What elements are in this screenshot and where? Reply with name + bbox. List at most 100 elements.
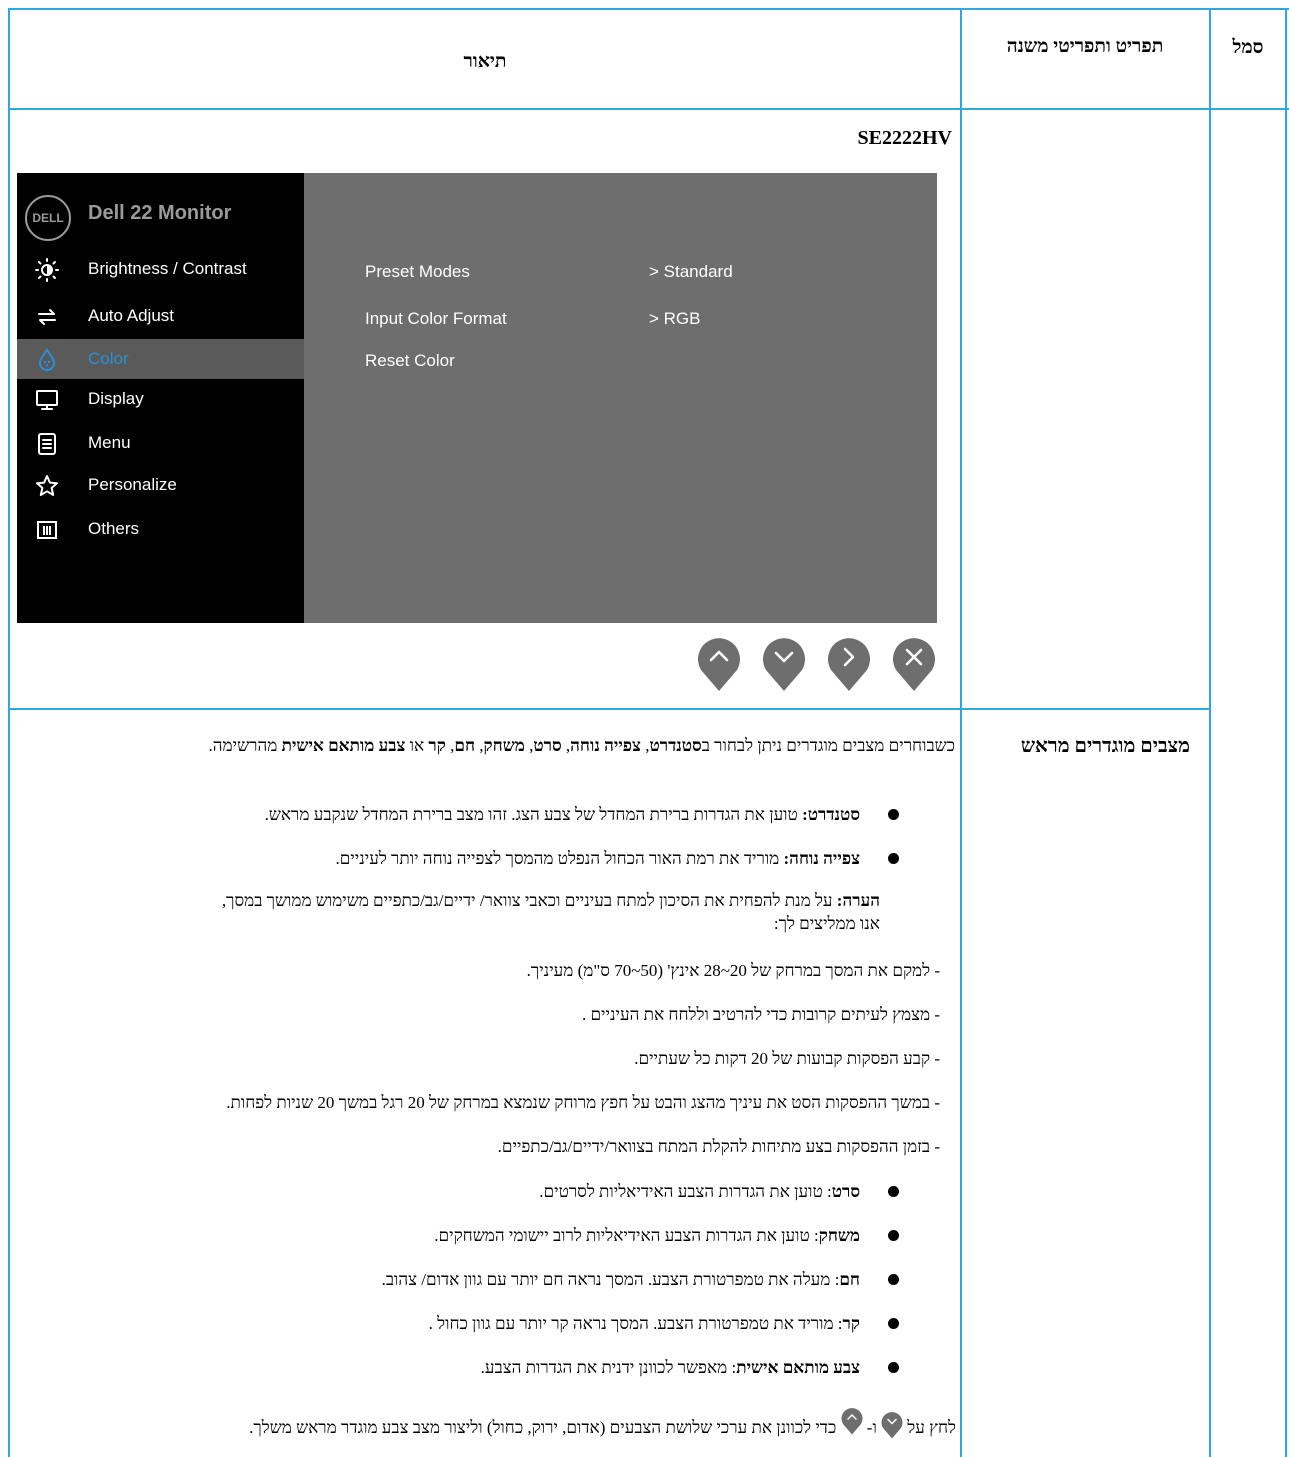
bullet-dot xyxy=(888,1318,899,1329)
row1-bottom-border xyxy=(8,708,1210,710)
bullet-term: משחק xyxy=(818,1226,860,1245)
note-text: על מנת להפחית את הסיכון למתח בעיניים וכא… xyxy=(221,891,837,910)
osd-menu-label: Display xyxy=(88,389,144,408)
bullet-dot xyxy=(888,853,899,864)
bullet-item: קר: מוריד את טמפרטורת הצבע. המסך נראה קר… xyxy=(20,1313,860,1335)
bullet-text: מוריד את רמת האור הכחול הנפלט מהמסך לצפי… xyxy=(335,849,784,868)
tip-line: - למקם את המסך במרחק של 20~28 אינץ' (50~… xyxy=(526,961,940,980)
bullet-term: צבע מותאם אישית xyxy=(736,1358,860,1377)
osd-menu-others[interactable]: Others xyxy=(17,509,304,549)
menu-item-term: מצבים מוגדרים מראש xyxy=(1020,735,1190,757)
bullet-text: : טוען את הגדרות הצבע האידיאליות לסרטים. xyxy=(539,1182,832,1201)
brightness-icon xyxy=(35,258,59,282)
last-instruction: לחץ על ו- כדי לכוונן את ערכי שלושת הצבעי… xyxy=(12,1406,956,1439)
osd-menu-label: Others xyxy=(88,519,140,538)
table-right-border xyxy=(1285,8,1287,1457)
osd-menu-label: Brightness / Contrast xyxy=(88,259,247,278)
intro-term: צפייה נוחה xyxy=(570,736,641,755)
dell-logo: DELL xyxy=(25,195,71,241)
osd-option-reset-color[interactable]: Reset Color xyxy=(365,351,455,371)
note-line-1: הערה: על מנת להפחית את הסיכון למתח בעיני… xyxy=(12,890,880,912)
intro-term: חם xyxy=(454,736,476,755)
osd-option-input-color-value: > RGB xyxy=(649,309,701,328)
intro-text: או xyxy=(405,736,429,755)
intro-term: סטנדרט xyxy=(649,736,702,755)
down-icon xyxy=(881,1412,903,1439)
bullet-term: צפייה נוחה: xyxy=(783,849,860,868)
tip-line: - בזמן ההפסקות בצע מתיחות להקלת המתח בצו… xyxy=(497,1137,940,1156)
intro-text: מהרשימה. xyxy=(208,736,282,755)
tip-line: - במשך ההפסקות הסט את עיניך מהצג והבט על… xyxy=(226,1093,940,1112)
osd-menu-label: Menu xyxy=(88,433,131,452)
header-symbol: סמל xyxy=(1232,37,1264,58)
close-icon[interactable] xyxy=(892,634,936,692)
intro-term: משחק xyxy=(483,736,525,755)
last-text-and: ו- xyxy=(866,1418,877,1437)
osd-menu-menu[interactable]: Menu xyxy=(17,423,304,463)
header-bottom-border xyxy=(8,108,1289,110)
up-icon[interactable] xyxy=(697,634,741,692)
osd-sidebar: DELL Dell 22 Monitor Brightness / Contra… xyxy=(17,173,304,623)
bullet-item: משחק: טוען את הגדרות הצבע האידיאליות לרו… xyxy=(20,1225,860,1247)
right-icon[interactable] xyxy=(827,634,871,692)
table-top-border xyxy=(8,8,1289,10)
bullet-text: : מעלה את טמפרטורת הצבע. המסך נראה חם יו… xyxy=(381,1270,840,1289)
column-divider-desc xyxy=(960,8,962,1457)
osd-menu-display[interactable]: Display xyxy=(17,379,304,419)
model-name: SE2222HV xyxy=(857,127,952,149)
auto-adjust-icon xyxy=(38,309,56,325)
others-icon xyxy=(37,521,57,539)
color-icon xyxy=(38,348,56,371)
menu-icon xyxy=(38,433,56,455)
bullet-text: טוען את הגדרות ברירת המחדל של צבע הצג. ז… xyxy=(264,805,803,824)
bullet-text: : מאפשר לכוונן ידנית את הגדרות הצבע. xyxy=(480,1358,737,1377)
bullet-dot xyxy=(888,1274,899,1285)
bullet-term: קר xyxy=(842,1314,860,1333)
intro-text: , xyxy=(475,736,484,755)
bullet-item: סרט: טוען את הגדרות הצבע האידיאליות לסרט… xyxy=(20,1181,860,1203)
bullet-item: צבע מותאם אישית: מאפשר לכוונן ידנית את ה… xyxy=(20,1357,860,1379)
last-text-end: כדי לכוונן את ערכי שלושת הצבעים (אדום, י… xyxy=(249,1418,837,1437)
osd-option-input-color-format[interactable]: Input Color Format xyxy=(365,309,507,329)
bullet-dot xyxy=(888,1186,899,1197)
table-left-border xyxy=(8,8,10,1457)
osd-screen: DELL Dell 22 Monitor Brightness / Contra… xyxy=(17,173,937,623)
osd-menu-auto-adjust[interactable]: Auto Adjust xyxy=(17,296,304,336)
osd-option-preset-value: > Standard xyxy=(649,262,733,281)
tip-line: - קבע הפסקות קבועות של 20 דקות כל שעתיים… xyxy=(634,1049,940,1068)
bullet-item: חם: מעלה את טמפרטורת הצבע. המסך נראה חם … xyxy=(20,1269,860,1291)
column-divider-item xyxy=(1209,8,1211,1457)
intro-term: קר xyxy=(428,736,446,755)
osd-menu-label: Personalize xyxy=(88,475,177,494)
intro-term: סרט xyxy=(533,736,562,755)
osd-title: Dell 22 Monitor xyxy=(88,202,232,224)
last-text-start: לחץ על xyxy=(907,1418,956,1437)
note-term: הערה: xyxy=(836,891,880,910)
tip-line: - מצמץ לעיתים קרובות כדי להרטיב וללחח את… xyxy=(581,1005,940,1024)
bullet-term: סרט xyxy=(831,1182,860,1201)
down-icon[interactable] xyxy=(762,634,806,692)
bullet-dot xyxy=(888,1362,899,1373)
bullet-item: סטנדרט: טוען את הגדרות ברירת המחדל של צב… xyxy=(20,804,860,826)
osd-menu-color[interactable]: Color xyxy=(17,339,304,379)
header-item: תפריט ותפריטי משנה xyxy=(1006,36,1164,57)
bullet-term: סטנדרט: xyxy=(802,805,860,824)
header-description: תיאור xyxy=(463,51,507,72)
intro-text: כשבוחרים מצבים מוגדרים ניתן לבחור ב xyxy=(701,736,955,755)
bullet-dot xyxy=(888,1230,899,1241)
bullet-text: : מוריד את טמפרטורת הצבע. המסך נראה קר י… xyxy=(428,1314,843,1333)
bullet-item: צפייה נוחה: מוריד את רמת האור הכחול הנפל… xyxy=(20,848,860,870)
bullet-text: : טוען את הגדרות הצבע האידיאליות לרוב יי… xyxy=(434,1226,819,1245)
osd-menu-label: Auto Adjust xyxy=(88,306,175,325)
intro-term: צבע מותאם אישית xyxy=(281,736,406,755)
osd-menu-label: Color xyxy=(88,349,129,368)
osd-menu-brightness[interactable]: Brightness / Contrast xyxy=(17,249,304,289)
osd-option-preset-modes[interactable]: Preset Modes xyxy=(365,262,470,282)
osd-menu-personalize[interactable]: Personalize xyxy=(17,465,304,505)
bullet-dot xyxy=(888,809,899,820)
display-icon xyxy=(36,390,58,410)
intro-text: , xyxy=(561,736,571,755)
note-line-2: אנו ממליצים לך: xyxy=(773,914,880,933)
bullet-term: חם xyxy=(839,1270,860,1289)
star-icon xyxy=(36,475,58,496)
